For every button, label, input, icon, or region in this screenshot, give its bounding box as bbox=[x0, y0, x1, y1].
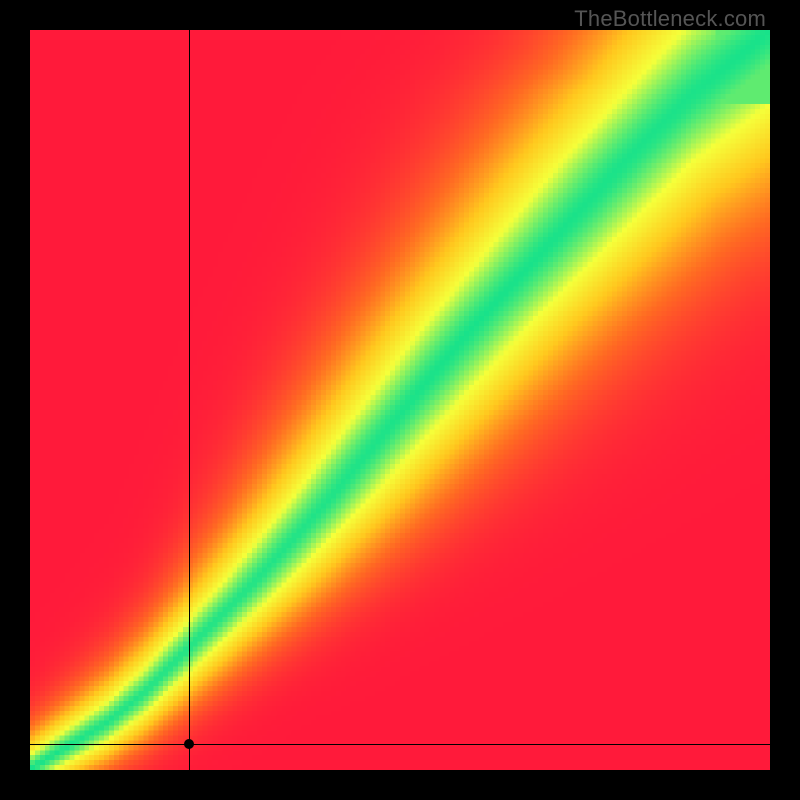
chart-frame: TheBottleneck.com bbox=[0, 0, 800, 800]
plot-area bbox=[30, 30, 770, 770]
watermark-text: TheBottleneck.com bbox=[574, 6, 766, 32]
crosshair-vertical bbox=[189, 30, 190, 770]
selection-marker bbox=[184, 739, 194, 749]
crosshair-horizontal bbox=[30, 744, 770, 745]
heatmap-canvas bbox=[30, 30, 770, 770]
